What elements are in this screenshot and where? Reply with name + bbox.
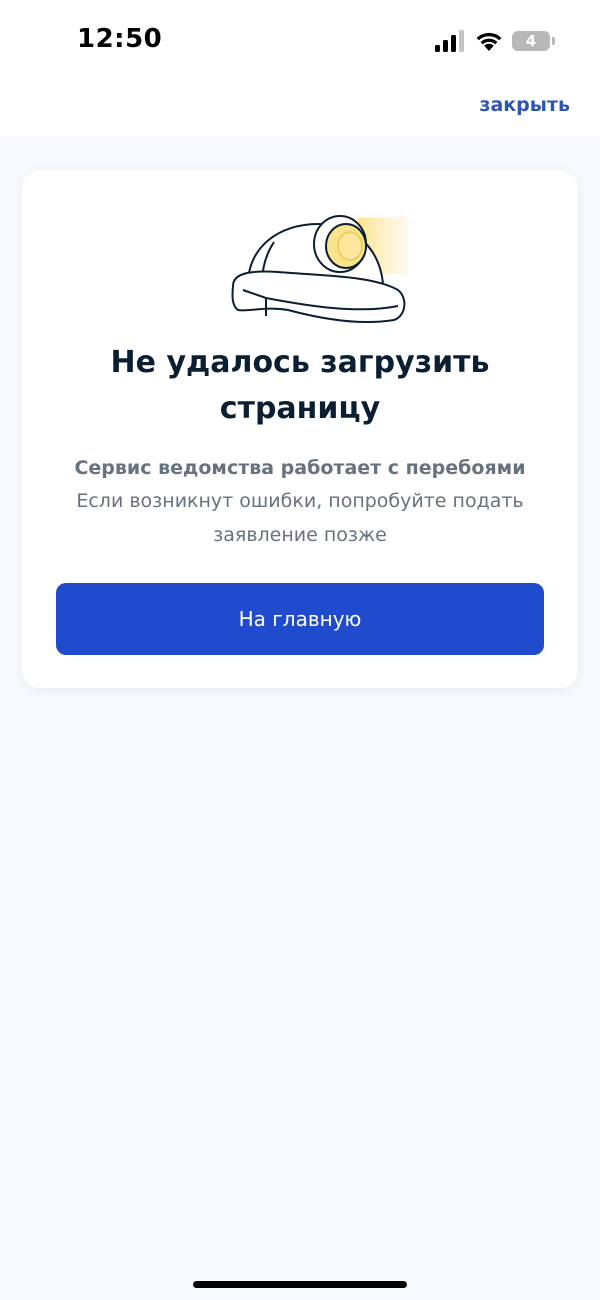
miner-helmet-icon (231, 215, 408, 324)
wifi-icon (476, 32, 502, 51)
home-button[interactable]: На главную (56, 583, 544, 655)
error-screen: 12:50 4 закрыть Не удалось загрузить стр… (0, 0, 600, 1300)
status-bar: 12:50 4 (0, 0, 600, 80)
battery-cap (552, 37, 555, 45)
error-description: Если возникнут ошибки, попробуйте подать… (76, 490, 524, 546)
error-title: Не удалось загрузить страницу (110, 345, 490, 426)
close-button[interactable]: закрыть (479, 94, 570, 116)
status-time: 12:50 (77, 24, 163, 54)
battery-icon: 4 (512, 31, 555, 51)
battery-level: 4 (525, 32, 537, 50)
home-indicator[interactable] (193, 1281, 407, 1288)
signal-icon (435, 30, 464, 52)
error-card: Не удалось загрузить страницу Сервис вед… (22, 170, 578, 688)
error-subtitle: Сервис ведомства работает с перебоями (74, 457, 526, 479)
top-area: 12:50 4 закрыть (0, 0, 600, 136)
status-icons: 4 (435, 28, 555, 54)
